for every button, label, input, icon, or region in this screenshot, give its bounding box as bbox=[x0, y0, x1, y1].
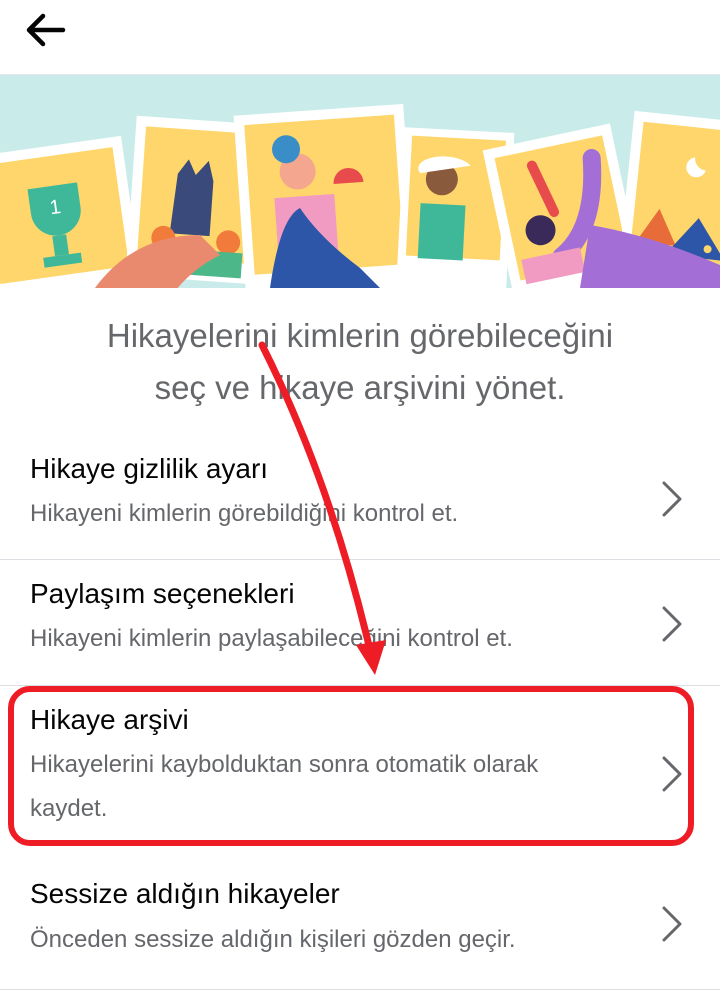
story-privacy-subtitle: Hikayeni kimlerin görebildiğini kontrol … bbox=[30, 500, 459, 527]
story-privacy-row[interactable]: Hikaye gizlilik ayarı Hikayeni kimlerin … bbox=[0, 435, 720, 560]
story-photos-illustration: 1 bbox=[0, 103, 720, 288]
sharing-options-subtitle: Hikayeni kimlerin paylaşabileceğini kont… bbox=[30, 625, 513, 652]
story-archive-subtitle: Hikayelerini kaybolduktan sonra otomatik… bbox=[30, 743, 630, 831]
back-button[interactable] bbox=[18, 10, 72, 50]
intro-text: Hikayelerini kimlerin görebileceğini seç… bbox=[60, 310, 660, 414]
story-archive-row[interactable]: Hikaye arşivi Hikayelerini kaybolduktan … bbox=[0, 686, 720, 850]
muted-stories-subtitle: Önceden sessize aldığın kişileri gözden … bbox=[30, 926, 516, 953]
story-archive-subtitle-line-1: Hikayelerini kaybolduktan sonra otomatik… bbox=[30, 751, 539, 778]
chevron-right-icon bbox=[662, 906, 682, 942]
arrow-left-icon bbox=[26, 13, 66, 47]
sharing-options-title: Paylaşım seçenekleri bbox=[30, 578, 295, 609]
muted-stories-title: Sessize aldığın hikayeler bbox=[30, 878, 340, 909]
chevron-right-icon bbox=[662, 606, 682, 642]
top-bar bbox=[0, 0, 720, 75]
intro-line-2: seç ve hikaye arşivini yönet. bbox=[154, 369, 566, 406]
story-archive-subtitle-line-2: kaydet. bbox=[30, 795, 108, 822]
intro-line-1: Hikayelerini kimlerin görebileceğini bbox=[106, 317, 614, 354]
muted-stories-row[interactable]: Sessize aldığın hikayeler Önceden sessiz… bbox=[0, 862, 720, 990]
story-archive-title: Hikaye arşivi bbox=[30, 704, 189, 735]
chevron-right-icon bbox=[662, 756, 682, 792]
sharing-options-row[interactable]: Paylaşım seçenekleri Hikayeni kimlerin p… bbox=[0, 560, 720, 686]
banner-illustration: 1 bbox=[0, 75, 720, 288]
story-privacy-title: Hikaye gizlilik ayarı bbox=[30, 453, 269, 484]
chevron-right-icon bbox=[662, 481, 682, 517]
